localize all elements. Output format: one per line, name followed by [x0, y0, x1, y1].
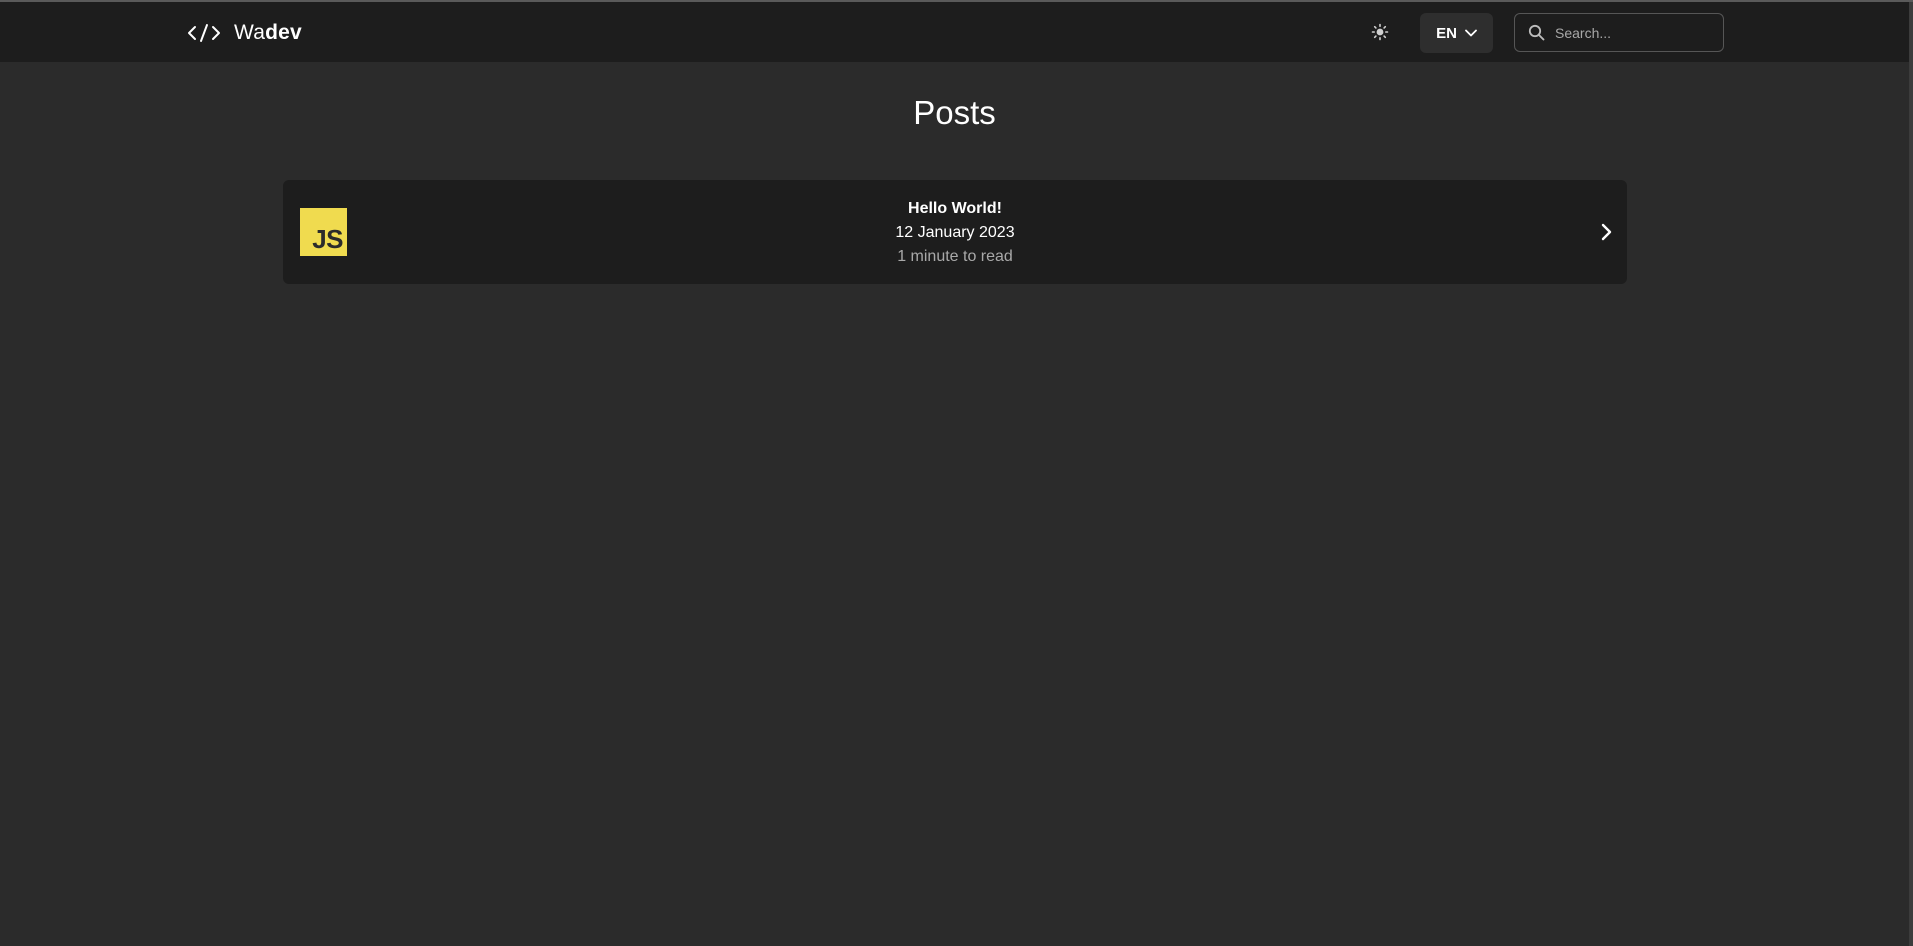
post-info: Hello World! 12 January 2023 1 minute to… [283, 197, 1627, 269]
post-title: Hello World! [908, 200, 1002, 217]
search-input[interactable] [1555, 24, 1715, 41]
post-date: 12 January 2023 [895, 224, 1015, 241]
search-icon [1527, 24, 1545, 42]
code-brackets-icon [186, 22, 222, 44]
search-box[interactable] [1514, 13, 1724, 52]
post-card[interactable]: JS Hello World! 12 January 2023 1 minute… [283, 180, 1627, 284]
brand-name-prefix: Wa [234, 21, 266, 44]
language-select[interactable]: EN [1420, 13, 1493, 53]
brand-link[interactable]: Wadev [186, 21, 302, 45]
language-selected-value: EN [1436, 24, 1457, 42]
theme-toggle-button[interactable] [1368, 22, 1392, 46]
brand-name: Wadev [234, 21, 302, 45]
sun-icon [1371, 23, 1389, 46]
navbar: Wadev EN [0, 2, 1909, 62]
brand-name-suffix: dev [265, 21, 302, 44]
scrollbar[interactable] [1909, 2, 1913, 946]
page-title: Posts [913, 94, 996, 131]
chevron-right-icon[interactable] [1597, 221, 1615, 243]
post-read-time: 1 minute to read [897, 248, 1013, 265]
chevron-down-icon [1465, 24, 1477, 42]
